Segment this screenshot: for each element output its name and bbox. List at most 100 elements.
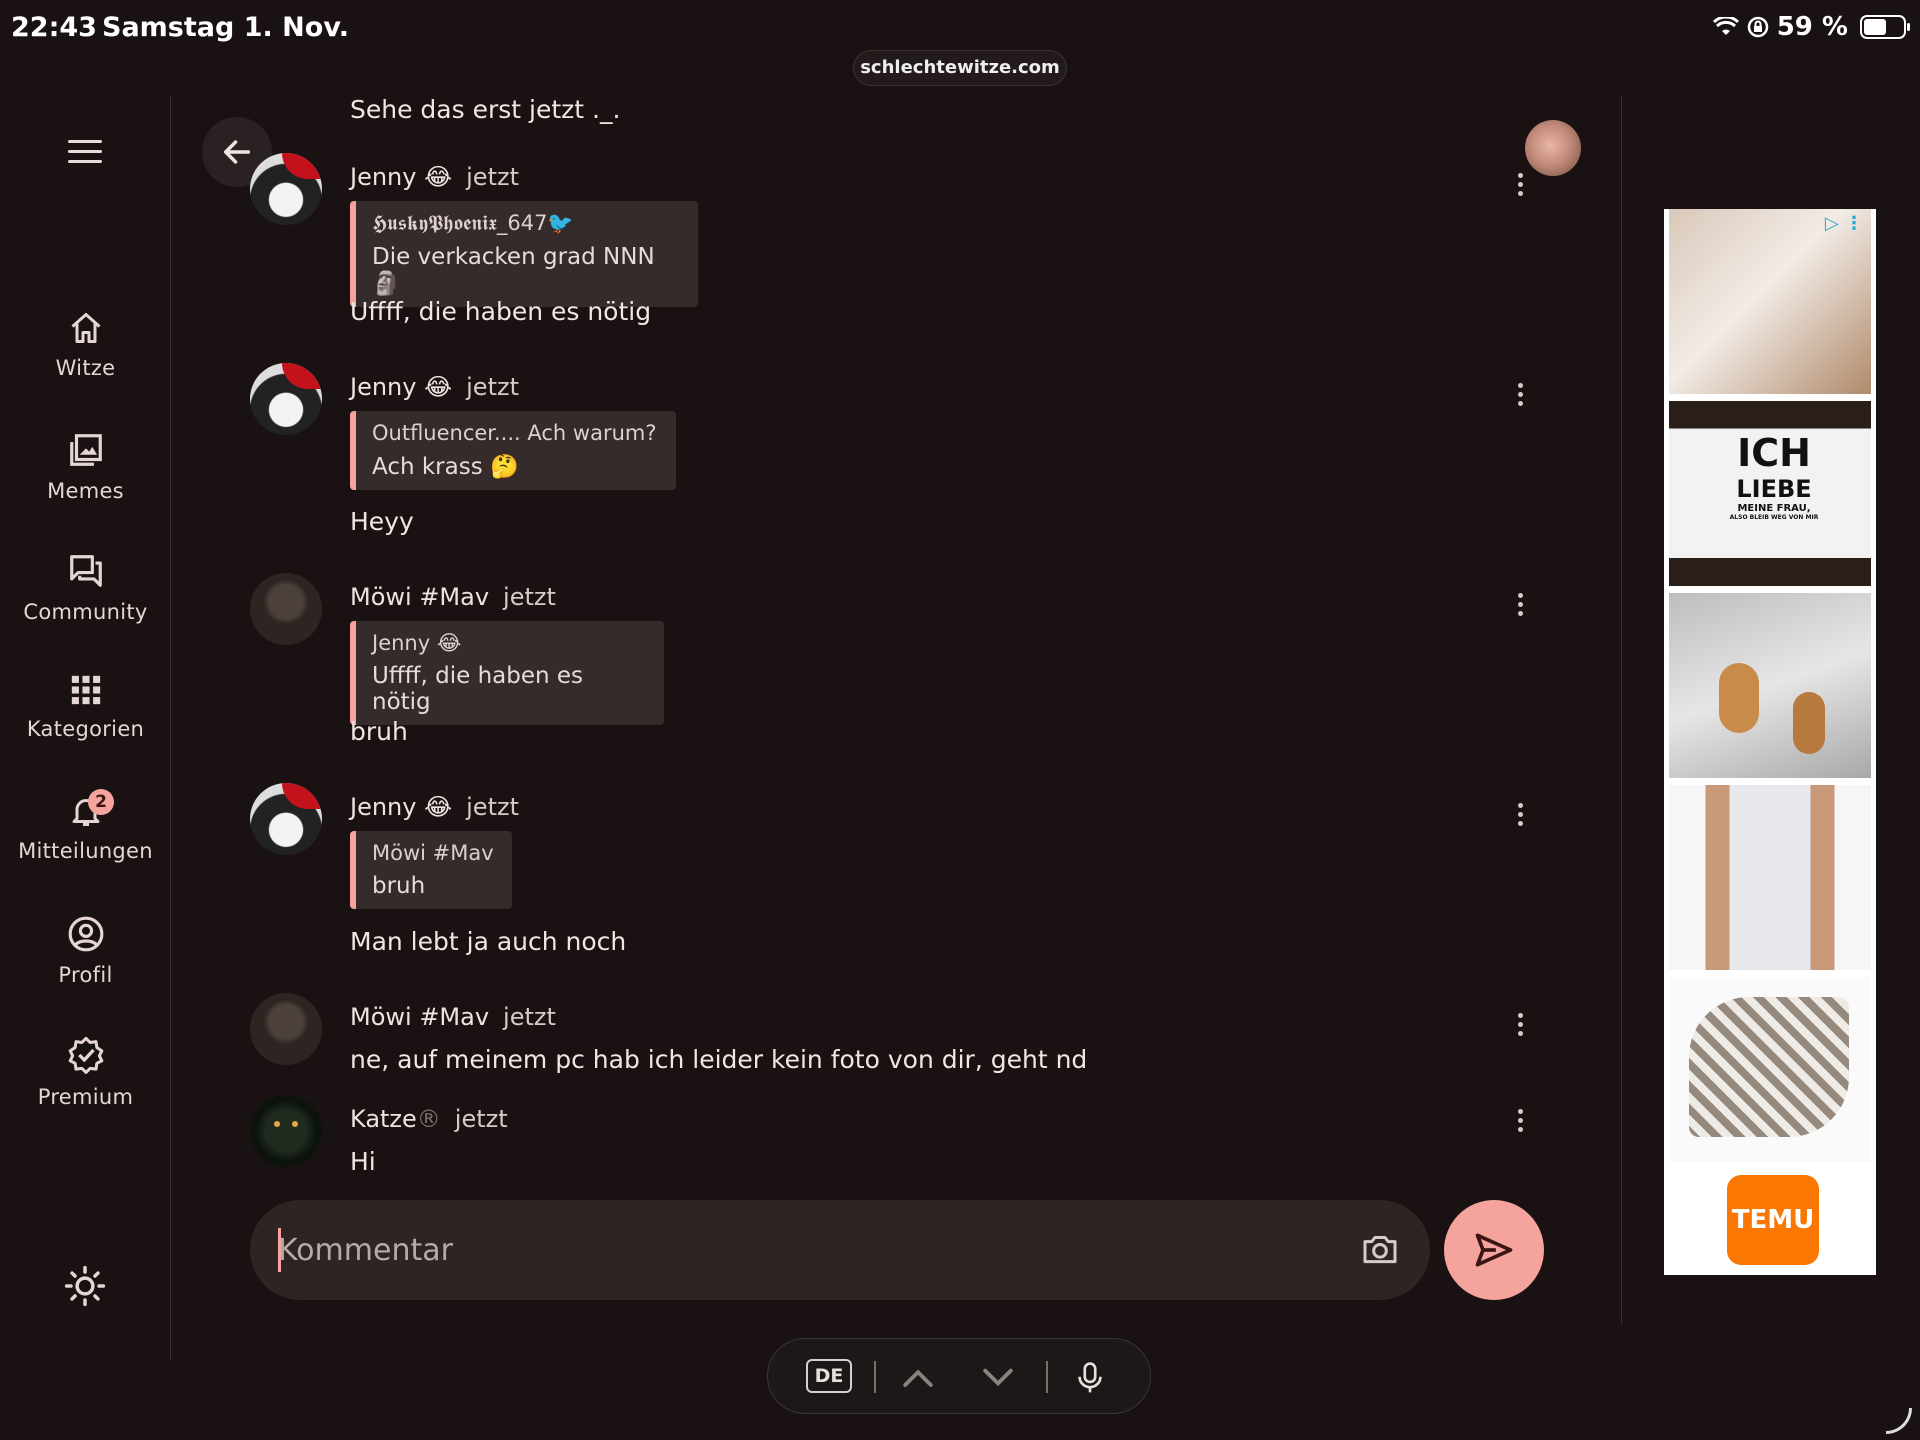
ad-image-bodysuit[interactable]: [1669, 785, 1871, 970]
ad-logo-area[interactable]: TEMU: [1669, 1169, 1871, 1269]
sidebar: Witze Memes Community Kategorien 2 Mitte…: [0, 95, 171, 1361]
more-vert-icon[interactable]: [1518, 1013, 1524, 1040]
temu-logo[interactable]: TEMU: [1727, 1175, 1819, 1265]
resize-handle-icon[interactable]: [1886, 1408, 1912, 1434]
language-key[interactable]: DE: [806, 1359, 852, 1393]
shirt-line: ICH: [1737, 431, 1811, 475]
sidebar-item-mitteilungen[interactable]: 2 Mitteilungen: [0, 789, 171, 863]
more-vert-icon[interactable]: [1518, 383, 1524, 410]
comment-author[interactable]: Möwi #Mav: [350, 583, 489, 611]
keyboard-accessory-bar: DE: [767, 1338, 1151, 1414]
avatar[interactable]: [250, 363, 322, 435]
comment-author[interactable]: Möwi #Mav: [350, 1003, 489, 1031]
current-user-avatar[interactable]: [1525, 120, 1581, 176]
comment-author[interactable]: Jenny 😂: [350, 373, 452, 401]
registered-icon: ®: [416, 1105, 441, 1133]
divider: [1046, 1361, 1048, 1393]
send-icon: [1475, 1233, 1513, 1267]
comment-input[interactable]: [278, 1226, 1278, 1274]
adchoices-icon[interactable]: ▷ ⋮: [1825, 213, 1863, 234]
sidebar-item-profil[interactable]: Profil: [0, 915, 171, 987]
microphone-icon[interactable]: [1074, 1361, 1106, 1399]
chevron-up-icon[interactable]: [898, 1361, 938, 1397]
comment-time: jetzt: [466, 163, 519, 191]
quoted-reply[interactable]: Outfluencer.... Ach warum? Ach krass 🤔: [350, 411, 676, 490]
more-vert-icon[interactable]: [1518, 593, 1524, 620]
quote-text: Uffff, die haben es nötig: [372, 663, 584, 715]
ad-image-earrings[interactable]: [1669, 593, 1871, 778]
shirt-line: MEINE FRAU,: [1737, 503, 1811, 514]
comment-time: jetzt: [466, 373, 519, 401]
quote-author: Outfluencer.... Ach warum?: [372, 421, 657, 445]
forum-icon: [69, 555, 102, 587]
url-pill[interactable]: schlechtewitze.com: [853, 50, 1067, 86]
comment-author[interactable]: Katze: [350, 1105, 417, 1133]
avatar[interactable]: [250, 1095, 322, 1167]
more-vert-icon[interactable]: [1518, 173, 1524, 200]
more-vert-icon[interactable]: [1518, 803, 1524, 830]
avatar[interactable]: [250, 153, 322, 225]
comment-header: Möwi #Mav jetzt: [350, 1003, 556, 1031]
quoted-reply[interactable]: Möwi #Mav bruh: [350, 831, 512, 909]
avatar[interactable]: [250, 993, 322, 1065]
ad-image-kitten[interactable]: ▷ ⋮: [1669, 209, 1871, 394]
avatar[interactable]: [250, 783, 322, 855]
sidebar-item-label: Kategorien: [26, 717, 145, 741]
account-circle-icon: [68, 916, 103, 952]
comment-time: jetzt: [466, 793, 519, 821]
quote-text: bruh: [372, 873, 426, 899]
status-right: 59 %: [1712, 12, 1910, 42]
camera-icon: [1363, 1236, 1397, 1264]
divider: [874, 1361, 876, 1393]
quoted-reply[interactable]: 𝕳𝖚𝖘𝖐𝖞𝕻𝖍𝖔𝖊𝖓𝖎𝖝_647🐦 Die verkacken grad NNN …: [350, 201, 698, 307]
sidebar-item-witze[interactable]: Witze: [0, 310, 171, 380]
shirt-line: LIEBE: [1736, 475, 1812, 503]
comment-header: Jenny 😂 jetzt: [350, 793, 519, 821]
shirt-print: ICH LIEBE MEINE FRAU, ALSO BLEIB WEG VON…: [1719, 431, 1829, 521]
sidebar-item-label: Witze: [55, 356, 116, 380]
camera-button[interactable]: [1360, 1230, 1400, 1274]
notification-badge: 2: [88, 789, 114, 815]
theme-toggle-button[interactable]: [64, 1265, 106, 1311]
sidebar-item-community[interactable]: Community: [0, 552, 171, 624]
comment-body: Heyy: [350, 507, 414, 536]
sidebar-item-label: Premium: [37, 1085, 134, 1109]
quote-author: 𝕳𝖚𝖘𝖐𝖞𝕻𝖍𝖔𝖊𝖓𝖎𝖝_647🐦: [372, 211, 574, 235]
ad-image-shirt[interactable]: ICH LIEBE MEINE FRAU, ALSO BLEIB WEG VON…: [1669, 401, 1871, 586]
sidebar-item-memes[interactable]: Memes: [0, 431, 171, 503]
quote-text: Ach krass 🤔: [372, 454, 519, 480]
comment-author[interactable]: Jenny 😂: [350, 163, 452, 191]
ad-banner[interactable]: ▷ ⋮ ICH LIEBE MEINE FRAU, ALSO BLEIB WEG…: [1664, 209, 1876, 1275]
comment-header: Möwi #Mav jetzt: [350, 583, 556, 611]
grid-icon: [71, 675, 100, 705]
comment-author[interactable]: Jenny 😂: [350, 793, 452, 821]
send-button[interactable]: [1444, 1200, 1544, 1300]
home-icon: [71, 313, 100, 343]
comment-body: Sehe das erst jetzt ._.: [350, 95, 621, 124]
comment-header: Jenny 😂 jetzt: [350, 163, 519, 191]
status-date: Samstag 1. Nov.: [102, 12, 349, 43]
sidebar-item-premium[interactable]: Premium: [0, 1035, 171, 1109]
arrow-left-icon: [223, 140, 251, 164]
comment-header: Katze® jetzt: [350, 1105, 508, 1133]
more-vert-icon[interactable]: [1518, 1109, 1524, 1136]
rotation-lock-icon: [1747, 16, 1768, 38]
ad-image-feathers[interactable]: [1669, 977, 1871, 1162]
sidebar-item-label: Profil: [58, 963, 113, 987]
comment-body: Man lebt ja auch noch: [350, 927, 627, 956]
quote-text: Die verkacken grad NNN 🗿: [372, 244, 655, 297]
verified-badge-icon: [68, 1036, 103, 1074]
comment-time: jetzt: [454, 1105, 508, 1133]
sidebar-item-kategorien[interactable]: Kategorien: [0, 673, 171, 741]
quoted-reply[interactable]: Jenny 😂 Uffff, die haben es nötig: [350, 621, 664, 725]
sidebar-item-label: Memes: [47, 479, 124, 503]
avatar[interactable]: [250, 573, 322, 645]
images-icon: [69, 434, 102, 466]
quote-author: Jenny 😂: [372, 631, 462, 655]
comment-body: Hi: [350, 1147, 376, 1176]
sidebar-item-label: Mitteilungen: [18, 839, 153, 863]
menu-icon[interactable]: [68, 140, 102, 164]
chevron-down-icon[interactable]: [978, 1361, 1018, 1397]
battery-percent: 59 %: [1776, 12, 1848, 42]
wifi-icon: [1712, 17, 1739, 35]
